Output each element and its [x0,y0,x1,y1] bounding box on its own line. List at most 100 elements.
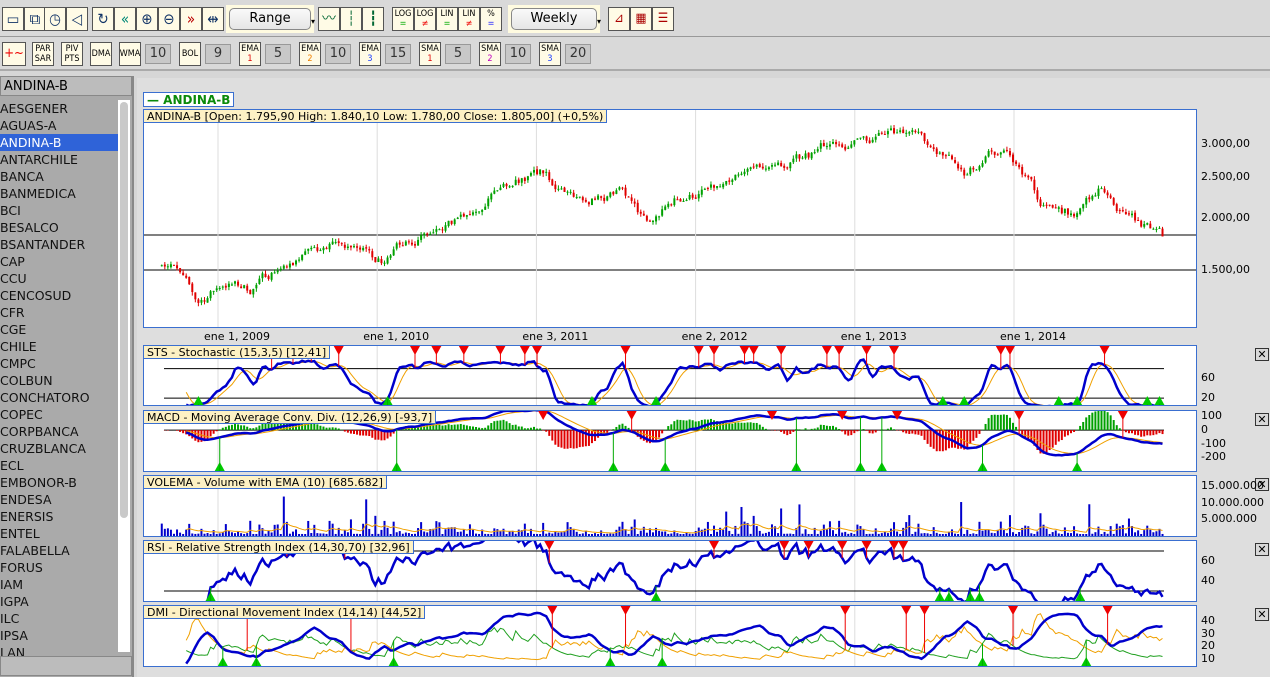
scrollbar-thumb[interactable] [120,102,128,518]
symbol-list-item[interactable]: ECL [0,457,118,474]
symbol-list-item[interactable]: CAP [0,253,118,270]
volume-bar [761,533,764,536]
indicator-period-input[interactable]: 10 [145,44,171,64]
range-dropdown[interactable]: Range ▾ [226,5,315,33]
volume-bar [343,530,346,536]
symbol-list-item[interactable]: CONCHATORO [0,389,118,406]
symbol-list-item[interactable]: BANMEDICA [0,185,118,202]
refresh-button[interactable]: ↻ [92,7,114,31]
symbol-list-item[interactable]: ANTARCHILE [0,151,118,168]
symbol-list-item[interactable]: CGE [0,321,118,338]
symbol-list-item[interactable]: IPSA [0,627,118,644]
report-button[interactable]: ☰ [652,7,674,31]
volume-bar [279,534,282,536]
close-panel-icon[interactable]: ✕ [1255,348,1269,361]
indicator-period-input[interactable]: 9 [205,44,231,64]
indicator-period-input[interactable]: 10 [505,44,531,64]
volume-bar [166,528,169,536]
indicator-bol-button[interactable]: BOL [179,42,201,66]
rewind-button[interactable]: « [114,7,136,31]
scale-button[interactable]: LIN = [436,7,458,31]
volume-bar [911,534,914,536]
symbol-list-item[interactable]: CMPC [0,355,118,372]
symbol-list-item[interactable]: CENCOSUD [0,287,118,304]
scale-button[interactable]: LIN ≠ [458,7,480,31]
candle [713,185,716,188]
speaker-button[interactable]: ◁ [66,7,88,31]
symbol-list-item[interactable]: COLBUN [0,372,118,389]
symbol-list-item[interactable]: CORPBANCA [0,423,118,440]
indicator-period-input[interactable]: 5 [265,44,291,64]
scale-button[interactable]: LOG ≠ [414,7,436,31]
symbol-list-item[interactable]: ANDINA-B [0,134,118,151]
price-chart[interactable] [144,110,1196,327]
bar-chart-button[interactable]: ┆ [340,7,362,31]
candle [511,185,514,187]
indicator-piv-button[interactable]: PIV PTS [61,42,83,66]
symbol-list-item[interactable]: ENTEL [0,525,118,542]
close-panel-icon[interactable]: ✕ [1255,413,1269,426]
volume-bar [1124,533,1127,536]
indicator-sma-button[interactable]: SMA 2 [479,42,501,66]
symbol-list-item[interactable]: BCI [0,202,118,219]
candle [1118,210,1121,212]
symbol-list-item[interactable]: ENDESA [0,491,118,508]
close-panel-icon[interactable]: ✕ [1255,543,1269,556]
indicator-wma-button[interactable]: WMA [119,42,141,66]
indicator-sma-button[interactable]: SMA 3 [539,42,561,66]
volume-bar [206,533,209,536]
indicator-ema-button[interactable]: EMA 3 [359,42,381,66]
indicator-sma-button[interactable]: SMA 1 [419,42,441,66]
symbol-list-item[interactable]: CFR [0,304,118,321]
scale-button[interactable]: LOG = [392,7,414,31]
window-button[interactable]: ▭ [2,7,24,31]
indicator-period-input[interactable]: 15 [385,44,411,64]
indicator-ema-button[interactable]: EMA 1 [239,42,261,66]
chart-settings-button[interactable]: ⊿ [608,7,630,31]
indicator-sublabel: 2 [487,54,493,64]
fast-forward-button[interactable]: » [180,7,202,31]
zoom-out-button[interactable]: ⊖ [158,7,180,31]
volume-bar [237,531,240,536]
indicator-period-input[interactable]: 10 [325,44,351,64]
indicator-period-input[interactable]: 20 [565,44,591,64]
scale-button[interactable]: % = [480,7,502,31]
candle-chart-button[interactable]: ┇ [362,7,384,31]
indicator-par-button[interactable]: PAR SAR [32,42,54,66]
line-chart-button[interactable]: 〰 [318,7,340,31]
scrollbar[interactable] [118,100,130,652]
period-dropdown[interactable]: Weekly ▾ [508,5,601,33]
symbol-list-item[interactable]: IAM [0,576,118,593]
symbol-list-item[interactable]: EMBONOR-B [0,474,118,491]
symbol-list-item[interactable]: FORUS [0,559,118,576]
symbol-list-item[interactable]: COPEC [0,406,118,423]
symbol-list-item[interactable]: BANCA [0,168,118,185]
colors-button[interactable]: ▦ [630,7,652,31]
fit-button[interactable]: ⇹ [202,7,224,31]
volume-bar [621,521,624,536]
indicator-period-input[interactable]: 5 [445,44,471,64]
candle [810,152,813,159]
restore-button[interactable]: ⧉ [24,7,46,31]
symbol-list-item[interactable]: AGUAS-A [0,117,118,134]
symbol-list-item[interactable]: IGPA [0,593,118,610]
indicator-ema-button[interactable]: EMA 2 [299,42,321,66]
add-indicator-button[interactable]: +~ [2,42,26,66]
candle [1137,220,1140,222]
zoom-in-button[interactable]: ⊕ [136,7,158,31]
candle [1033,179,1036,191]
symbol-list-item[interactable]: CHILE [0,338,118,355]
symbol-list-item[interactable]: BSANTANDER [0,236,118,253]
indicator-dma-button[interactable]: DMA [90,42,112,66]
close-panel-icon[interactable]: ✕ [1255,608,1269,621]
line-chart-icon: 〰 [322,11,336,27]
stopwatch-button[interactable]: ◷ [44,7,66,31]
symbol-list-item[interactable]: FALABELLA [0,542,118,559]
candle [539,169,542,175]
symbol-list-item[interactable]: CRUZBLANCA [0,440,118,457]
symbol-list-item[interactable]: BESALCO [0,219,118,236]
symbol-list-item[interactable]: AESGENER [0,100,118,117]
symbol-list-item[interactable]: CCU [0,270,118,287]
symbol-list-item[interactable]: ILC [0,610,118,627]
symbol-list-item[interactable]: ENERSIS [0,508,118,525]
